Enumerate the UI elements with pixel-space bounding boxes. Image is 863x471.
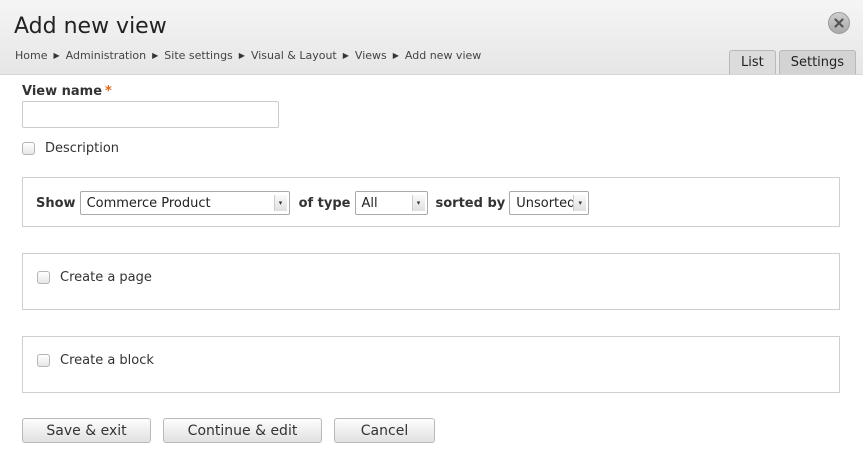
tab-bar: List Settings [729, 50, 857, 74]
breadcrumb: Home ▶ Administration ▶ Site settings ▶ Visual… [15, 49, 481, 62]
chevron-down-icon: ▾ [273, 195, 287, 211]
type-select[interactable]: All ▾ [354, 191, 428, 215]
sorted-select-value: Unsorted [516, 195, 576, 211]
description-checkbox[interactable] [22, 142, 35, 155]
show-select-value: Commerce Product [86, 195, 211, 211]
description-label: Description [45, 141, 120, 156]
breadcrumb-arrow-icon: ▶ [152, 51, 159, 60]
view-name-input[interactable] [22, 101, 279, 128]
breadcrumb-arrow-icon: ▶ [53, 51, 60, 60]
create-page-checkbox[interactable] [37, 271, 50, 284]
show-label: Show [36, 195, 76, 211]
page-header: Add new view Home ▶ Administration ▶ Site se… [0, 0, 863, 75]
required-marker: * [105, 84, 112, 99]
breadcrumb-administration[interactable]: Administration [66, 49, 147, 62]
type-label: of type [298, 195, 351, 211]
breadcrumb-site-settings[interactable]: Site settings [164, 49, 232, 62]
create-page-row: Create a page [37, 270, 152, 285]
breadcrumb-arrow-icon: ▶ [238, 51, 245, 60]
create-page-label: Create a page [60, 270, 152, 285]
show-row: Show Commerce Product ▾ of type All ▾ so… [36, 191, 590, 215]
page-fieldset: Create a page [22, 253, 840, 310]
show-fieldset: Show Commerce Product ▾ of type All ▾ so… [22, 177, 840, 227]
description-row: Description [22, 141, 119, 156]
sorted-label: sorted by [435, 195, 506, 211]
sorted-select[interactable]: Unsorted ▾ [509, 191, 590, 215]
page-title: Add new view [14, 14, 167, 39]
view-name-label: View name * [22, 84, 112, 99]
breadcrumb-arrow-icon: ▶ [392, 51, 399, 60]
breadcrumb-visual-layout[interactable]: Visual & Layout [251, 49, 337, 62]
breadcrumb-home[interactable]: Home [15, 49, 47, 62]
show-select[interactable]: Commerce Product ▾ [79, 191, 290, 215]
tab-list[interactable]: List [729, 50, 776, 74]
breadcrumb-current: Add new view [404, 49, 482, 62]
chevron-down-icon: ▾ [573, 195, 587, 211]
block-fieldset: Create a block [22, 336, 840, 393]
chevron-down-icon: ▾ [411, 195, 425, 211]
tab-settings[interactable]: Settings [778, 50, 857, 74]
view-name-label-text: View name [22, 84, 103, 99]
save-exit-button[interactable]: Save & exit [22, 418, 151, 443]
breadcrumb-arrow-icon: ▶ [342, 51, 349, 60]
create-block-label: Create a block [60, 353, 154, 368]
close-icon [834, 18, 844, 28]
close-button[interactable] [828, 12, 850, 34]
create-block-checkbox[interactable] [37, 354, 50, 367]
create-block-row: Create a block [37, 353, 154, 368]
continue-edit-button[interactable]: Continue & edit [163, 418, 322, 443]
cancel-button[interactable]: Cancel [334, 418, 435, 443]
breadcrumb-views[interactable]: Views [355, 49, 387, 62]
type-select-value: All [361, 195, 378, 211]
